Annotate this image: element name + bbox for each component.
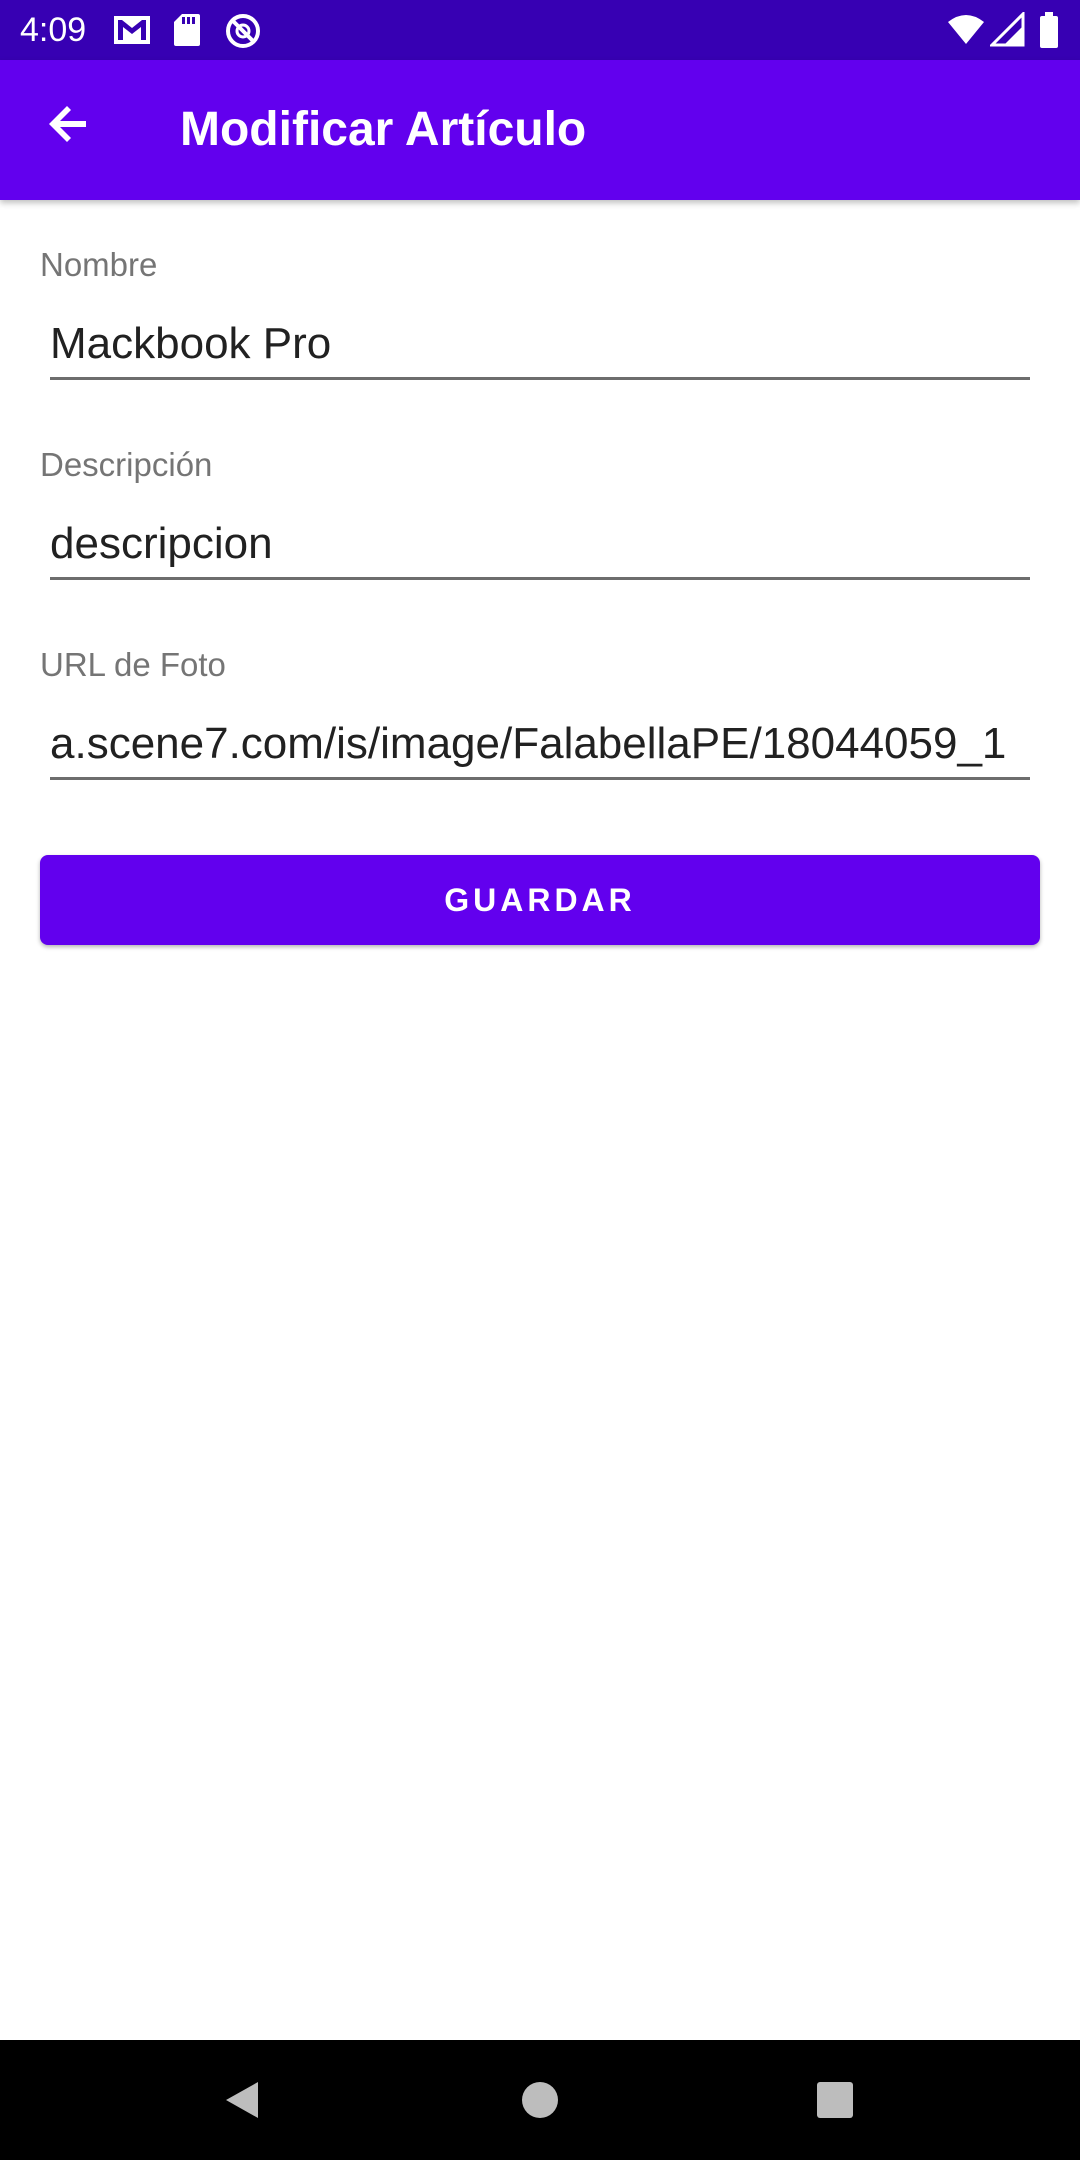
nombre-label: Nombre	[40, 246, 158, 283]
url-foto-label: URL de Foto	[40, 646, 226, 683]
url-foto-input[interactable]	[50, 710, 1030, 780]
nav-home-button[interactable]	[500, 2060, 580, 2140]
system-nav-bar	[0, 2040, 1080, 2160]
wifi-icon	[948, 15, 984, 44]
do-not-disturb-icon	[226, 14, 260, 48]
nombre-input[interactable]	[50, 310, 1030, 380]
status-bar: 4:09	[0, 0, 1080, 60]
nav-recents-button[interactable]	[795, 2060, 875, 2140]
page-title: Modificar Artículo	[180, 103, 587, 156]
gmail-icon	[114, 16, 150, 44]
save-button[interactable]: GUARDAR	[40, 855, 1040, 945]
descripcion-input[interactable]	[50, 510, 1030, 580]
descripcion-label: Descripción	[40, 446, 213, 483]
battery-icon	[1040, 12, 1058, 48]
sd-card-icon	[174, 14, 200, 46]
nav-home-icon	[522, 2082, 558, 2118]
nav-back-icon	[226, 2082, 258, 2118]
app-bar: Modificar Artículo	[0, 60, 1080, 200]
nav-recents-icon	[817, 2082, 853, 2118]
back-button[interactable]	[30, 84, 110, 164]
signal-icon	[990, 12, 1025, 47]
status-time: 4:09	[20, 11, 87, 49]
arrow-back-icon	[49, 106, 86, 142]
nav-back-button[interactable]	[202, 2060, 282, 2140]
